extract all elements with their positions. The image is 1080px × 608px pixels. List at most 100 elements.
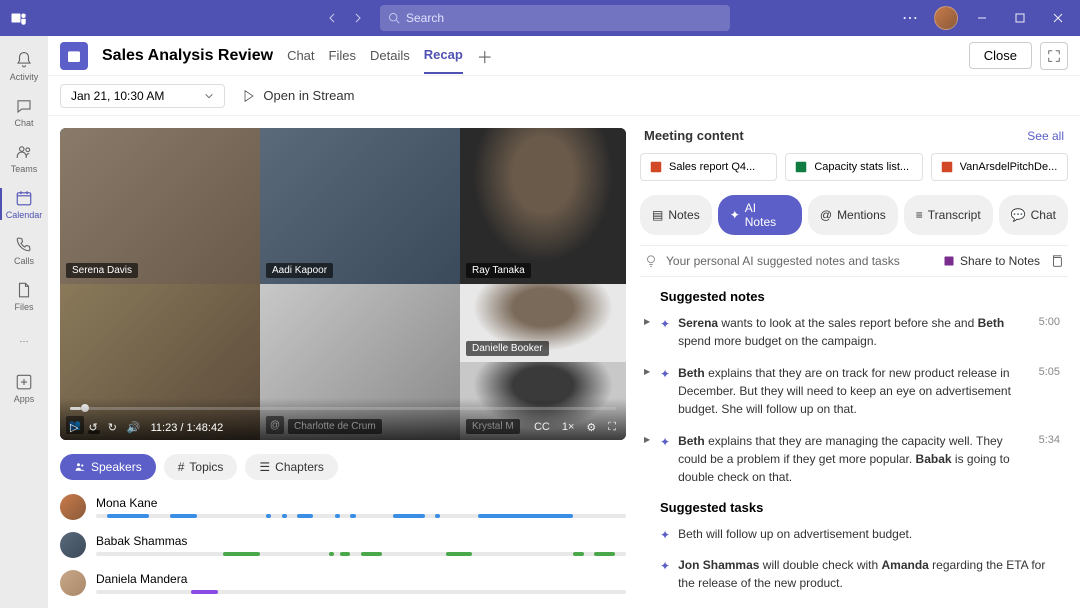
share-to-notes-button[interactable]: Share to Notes xyxy=(943,254,1040,268)
sparkle-icon: ✦ xyxy=(660,557,670,592)
cc-icon[interactable]: CC xyxy=(534,421,550,434)
right-column: Meeting content See all Sales report Q4.… xyxy=(640,128,1068,596)
expand-icon[interactable] xyxy=(1040,42,1068,70)
caret-icon[interactable]: ▶ xyxy=(644,366,650,378)
xls-file-icon xyxy=(794,160,808,174)
sparkle-icon: ✦ xyxy=(660,526,670,544)
window-minimize-icon[interactable] xyxy=(968,4,996,32)
phone-icon xyxy=(14,234,34,254)
note-timestamp[interactable]: 5:05 xyxy=(1039,364,1060,418)
recap-tab-transcript[interactable]: ≡Transcript xyxy=(904,195,993,235)
meeting-content-header: Meeting content See all xyxy=(640,128,1068,153)
sidebar-item-apps[interactable]: Apps xyxy=(0,366,48,410)
tab-recap[interactable]: Recap xyxy=(424,37,463,74)
sidebar-item-activity[interactable]: Activity xyxy=(0,44,48,88)
time-display: 11:23 / 1:48:42 xyxy=(151,422,224,434)
suggested-note[interactable]: ▶✦Serena wants to look at the sales repo… xyxy=(660,314,1060,350)
nav-forward-icon[interactable] xyxy=(346,6,370,30)
speaker-row[interactable]: Daniela Mandera xyxy=(60,570,626,596)
speaker-row[interactable]: Babak Shammas xyxy=(60,532,626,558)
settings-icon[interactable]: ⚙ xyxy=(586,421,596,434)
participant-name: Aadi Kapoor xyxy=(266,263,333,278)
sidebar-item-chat[interactable]: Chat xyxy=(0,90,48,134)
copy-icon[interactable] xyxy=(1050,254,1064,268)
filter-tab-topics[interactable]: #Topics xyxy=(164,454,238,480)
filter-tab-speakers[interactable]: Speakers xyxy=(60,454,156,480)
note-timestamp[interactable]: 5:00 xyxy=(1039,314,1060,350)
app-sidebar: Activity Chat Teams Calendar Calls Files… xyxy=(0,36,48,608)
tab-files[interactable]: Files xyxy=(329,38,356,73)
caret-icon[interactable]: ▶ xyxy=(644,316,650,328)
fullscreen-icon[interactable]: ⛶ xyxy=(608,421,616,434)
attachment[interactable]: VanArsdelPitchDe... xyxy=(931,153,1068,181)
speaker-avatar xyxy=(60,494,86,520)
sparkle-icon: ✦ xyxy=(660,365,670,418)
sidebar-item-more[interactable]: ⋯ xyxy=(0,320,48,364)
window-close-icon[interactable] xyxy=(1044,4,1072,32)
speaker-timeline[interactable] xyxy=(96,552,626,556)
meeting-content-title: Meeting content xyxy=(644,128,744,143)
titlebar: Search ⋯ xyxy=(0,0,1080,36)
suggested-task[interactable]: ✦Jon Shammas will double check with Aman… xyxy=(660,556,1060,592)
speaker-timeline[interactable] xyxy=(96,514,626,518)
nav-back-icon[interactable] xyxy=(320,6,344,30)
suggested-note[interactable]: ▶✦Beth explains that they are on track f… xyxy=(660,364,1060,418)
attachment[interactable]: Capacity stats list... xyxy=(785,153,922,181)
speaker-name: Daniela Mandera xyxy=(96,572,626,586)
video-grid[interactable]: Serena Davis Aadi Kapoor Ray Tanaka 👥 @C… xyxy=(60,128,626,440)
recap-tab-chat[interactable]: 💬Chat xyxy=(999,195,1068,235)
attachments-row: Sales report Q4... Capacity stats list...… xyxy=(640,153,1068,181)
sidebar-item-calendar[interactable]: Calendar xyxy=(0,182,48,226)
tab-chat[interactable]: Chat xyxy=(287,38,314,73)
recap-tabs: ▤Notes✦AI Notes@Mentions≡Transcript💬Chat xyxy=(640,195,1068,235)
see-all-link[interactable]: See all xyxy=(1027,129,1064,143)
recap-tab-mentions[interactable]: @Mentions xyxy=(808,195,898,235)
filter-tab-chapters[interactable]: ☰Chapters xyxy=(245,454,337,480)
forward-10-icon[interactable]: ↻ xyxy=(108,421,117,434)
attachment[interactable]: Sales report Q4... xyxy=(640,153,777,181)
search-input[interactable]: Search xyxy=(380,5,730,31)
nav-arrows xyxy=(320,6,370,30)
speaker-timeline[interactable] xyxy=(96,590,626,594)
hash-icon: # xyxy=(178,460,185,474)
sidebar-item-files[interactable]: Files xyxy=(0,274,48,318)
window-maximize-icon[interactable] xyxy=(1006,4,1034,32)
more-icon[interactable]: ⋯ xyxy=(896,4,924,32)
lightbulb-icon xyxy=(644,254,658,268)
rewind-10-icon[interactable]: ↺ xyxy=(88,421,97,434)
task-text: Beth will follow up on advertisement bud… xyxy=(678,525,1060,544)
suggested-note[interactable]: ▶✦Beth explains that they are managing t… xyxy=(660,432,1060,486)
add-tab-icon[interactable]: ＋ xyxy=(477,44,493,68)
ppt-file-icon xyxy=(649,160,663,174)
caret-icon[interactable]: ▶ xyxy=(644,434,650,446)
sparkle-icon: ✦ xyxy=(660,315,670,350)
note-timestamp[interactable]: 5:34 xyxy=(1039,432,1060,486)
speaker-row[interactable]: Mona Kane xyxy=(60,494,626,520)
stream-icon xyxy=(241,88,257,104)
close-button[interactable]: Close xyxy=(969,42,1032,69)
video-tile: Ray Tanaka xyxy=(460,128,626,284)
sidebar-item-calls[interactable]: Calls xyxy=(0,228,48,272)
suggested-tasks-title: Suggested tasks xyxy=(660,500,1060,515)
recap-tab-notes[interactable]: ▤Notes xyxy=(640,195,712,235)
sidebar-item-teams[interactable]: Teams xyxy=(0,136,48,180)
titlebar-left xyxy=(8,7,30,29)
volume-icon[interactable]: 🔊 xyxy=(127,421,141,434)
participant-name: Danielle Booker xyxy=(466,341,549,356)
date-picker[interactable]: Jan 21, 10:30 AM xyxy=(60,84,225,108)
tab-details[interactable]: Details xyxy=(370,38,410,73)
bell-icon xyxy=(14,50,34,70)
speed-icon[interactable]: 1× xyxy=(562,421,575,434)
play-icon[interactable]: ▷ xyxy=(70,421,78,434)
list-icon: ☰ xyxy=(259,460,270,474)
meeting-title: Sales Analysis Review xyxy=(102,47,273,65)
suggested-task[interactable]: ✦ Beth will follow up on advertisement bu… xyxy=(660,525,1060,544)
chevron-down-icon xyxy=(204,91,214,101)
current-user-avatar[interactable] xyxy=(934,6,958,30)
apps-icon xyxy=(14,372,34,392)
date-label: Jan 21, 10:30 AM xyxy=(71,89,164,103)
attachment-name: VanArsdelPitchDe... xyxy=(960,161,1058,173)
speaker-name: Mona Kane xyxy=(96,496,626,510)
open-in-stream-button[interactable]: Open in Stream xyxy=(241,88,354,104)
recap-tab-ai-notes[interactable]: ✦AI Notes xyxy=(718,195,802,235)
